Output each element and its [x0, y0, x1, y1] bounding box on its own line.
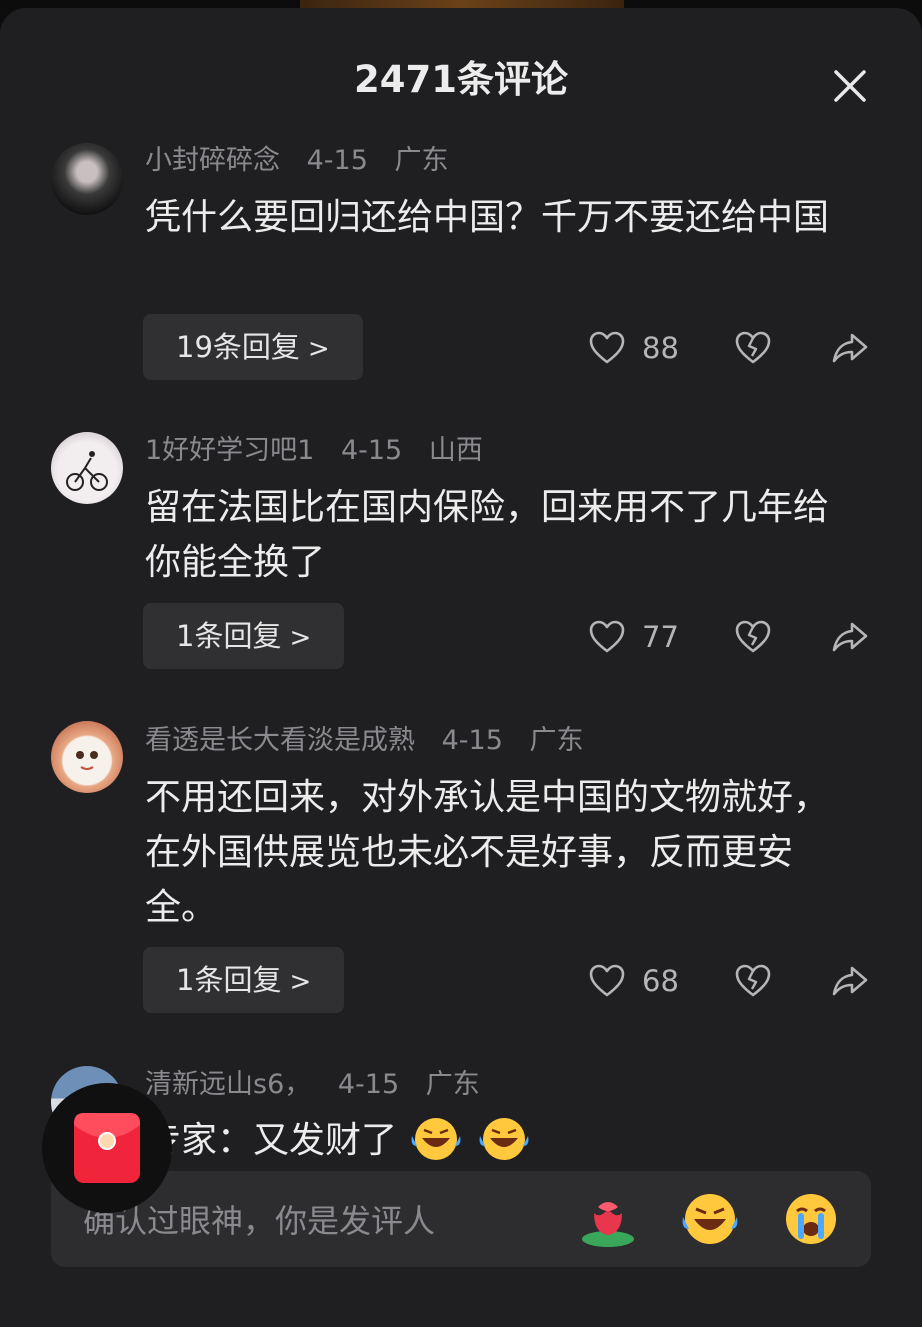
red-packet-icon — [74, 1113, 140, 1183]
close-icon[interactable] — [826, 62, 874, 110]
comment-meta: 小封碎碎念 4-15 广东 — [145, 144, 466, 178]
rose-emoji-icon[interactable] — [578, 1189, 638, 1249]
avatar[interactable] — [51, 432, 123, 504]
share-arrow-icon[interactable] — [830, 617, 870, 657]
avatar[interactable] — [51, 143, 123, 215]
red-packet-button[interactable] — [42, 1083, 172, 1213]
comment-text[interactable]: 留在法国比在国内保险，回来用不了几年给你能全换了 — [145, 480, 845, 590]
comment-input-bar[interactable]: 确认过眼神，你是发评人 — [51, 1171, 871, 1267]
comment-date: 4-15 — [337, 1069, 400, 1100]
comment-location: 广东 — [394, 145, 449, 176]
replies-label: 1条回复 — [176, 619, 282, 653]
comment-location: 广东 — [529, 725, 584, 756]
laughing-crying-emoji-icon — [479, 1118, 529, 1160]
chevron-right-icon: > — [289, 967, 312, 997]
comment-date: 4-15 — [306, 145, 368, 176]
view-replies-button[interactable]: 19条回复 > — [143, 314, 363, 380]
comment-username[interactable]: 小封碎碎念 — [145, 145, 280, 176]
like-count: 88 — [642, 331, 679, 365]
laughing-crying-emoji-icon[interactable] — [680, 1189, 740, 1249]
comment-username[interactable]: 看透是长大看淡是成熟 — [145, 725, 415, 756]
chevron-right-icon: > — [289, 623, 312, 653]
broken-heart-icon[interactable] — [733, 328, 773, 368]
panel-title: 2471条评论 — [354, 58, 568, 101]
comment-meta: 清新远山s6， 4-15 广东 — [145, 1068, 498, 1102]
broken-heart-icon[interactable] — [733, 617, 773, 657]
replies-label: 19条回复 — [176, 330, 300, 364]
comment-text[interactable]: 专家：又发财了 — [145, 1112, 845, 1168]
video-top-edge — [300, 0, 624, 8]
share-arrow-icon[interactable] — [830, 961, 870, 1001]
comment-text-content: 专家：又发财了 — [145, 1120, 398, 1161]
comment-location: 山西 — [428, 435, 483, 466]
heart-icon[interactable] — [587, 961, 627, 1001]
replies-label: 1条回复 — [176, 963, 282, 997]
view-replies-button[interactable]: 1条回复 > — [143, 603, 345, 669]
chevron-right-icon: > — [307, 334, 330, 364]
comment-text[interactable]: 不用还回来，对外承认是中国的文物就好，在外国供展览也未必不是好事，反而更安全。 — [145, 770, 845, 935]
cartoon-face-icon — [76, 751, 98, 770]
laughing-crying-emoji-icon — [412, 1118, 461, 1160]
broken-heart-icon[interactable] — [733, 961, 773, 1001]
comment-meta: 1好好学习吧1 4-15 山西 — [145, 434, 501, 468]
like-count: 68 — [642, 964, 679, 998]
cyclist-icon — [66, 451, 108, 491]
comment-date: 4-15 — [340, 435, 403, 466]
like-count: 77 — [642, 620, 679, 654]
comment-input[interactable]: 确认过眼神，你是发评人 — [83, 1201, 435, 1241]
comment-date: 4-15 — [441, 725, 503, 756]
view-replies-button[interactable]: 1条回复 > — [143, 947, 345, 1013]
comment-username[interactable]: 清新远山s6， — [145, 1069, 311, 1100]
comment-text[interactable]: 凭什么要回归还给中国？千万不要还给中国 — [145, 190, 845, 245]
heart-icon[interactable] — [587, 328, 627, 368]
heart-icon[interactable] — [587, 617, 627, 657]
avatar[interactable] — [51, 721, 123, 793]
crying-emoji-icon[interactable] — [781, 1189, 841, 1249]
comment-username[interactable]: 1好好学习吧1 — [145, 435, 314, 466]
comment-meta: 看透是长大看淡是成熟 4-15 广东 — [145, 724, 601, 758]
share-arrow-icon[interactable] — [830, 328, 870, 368]
comment-location: 广东 — [425, 1069, 480, 1100]
